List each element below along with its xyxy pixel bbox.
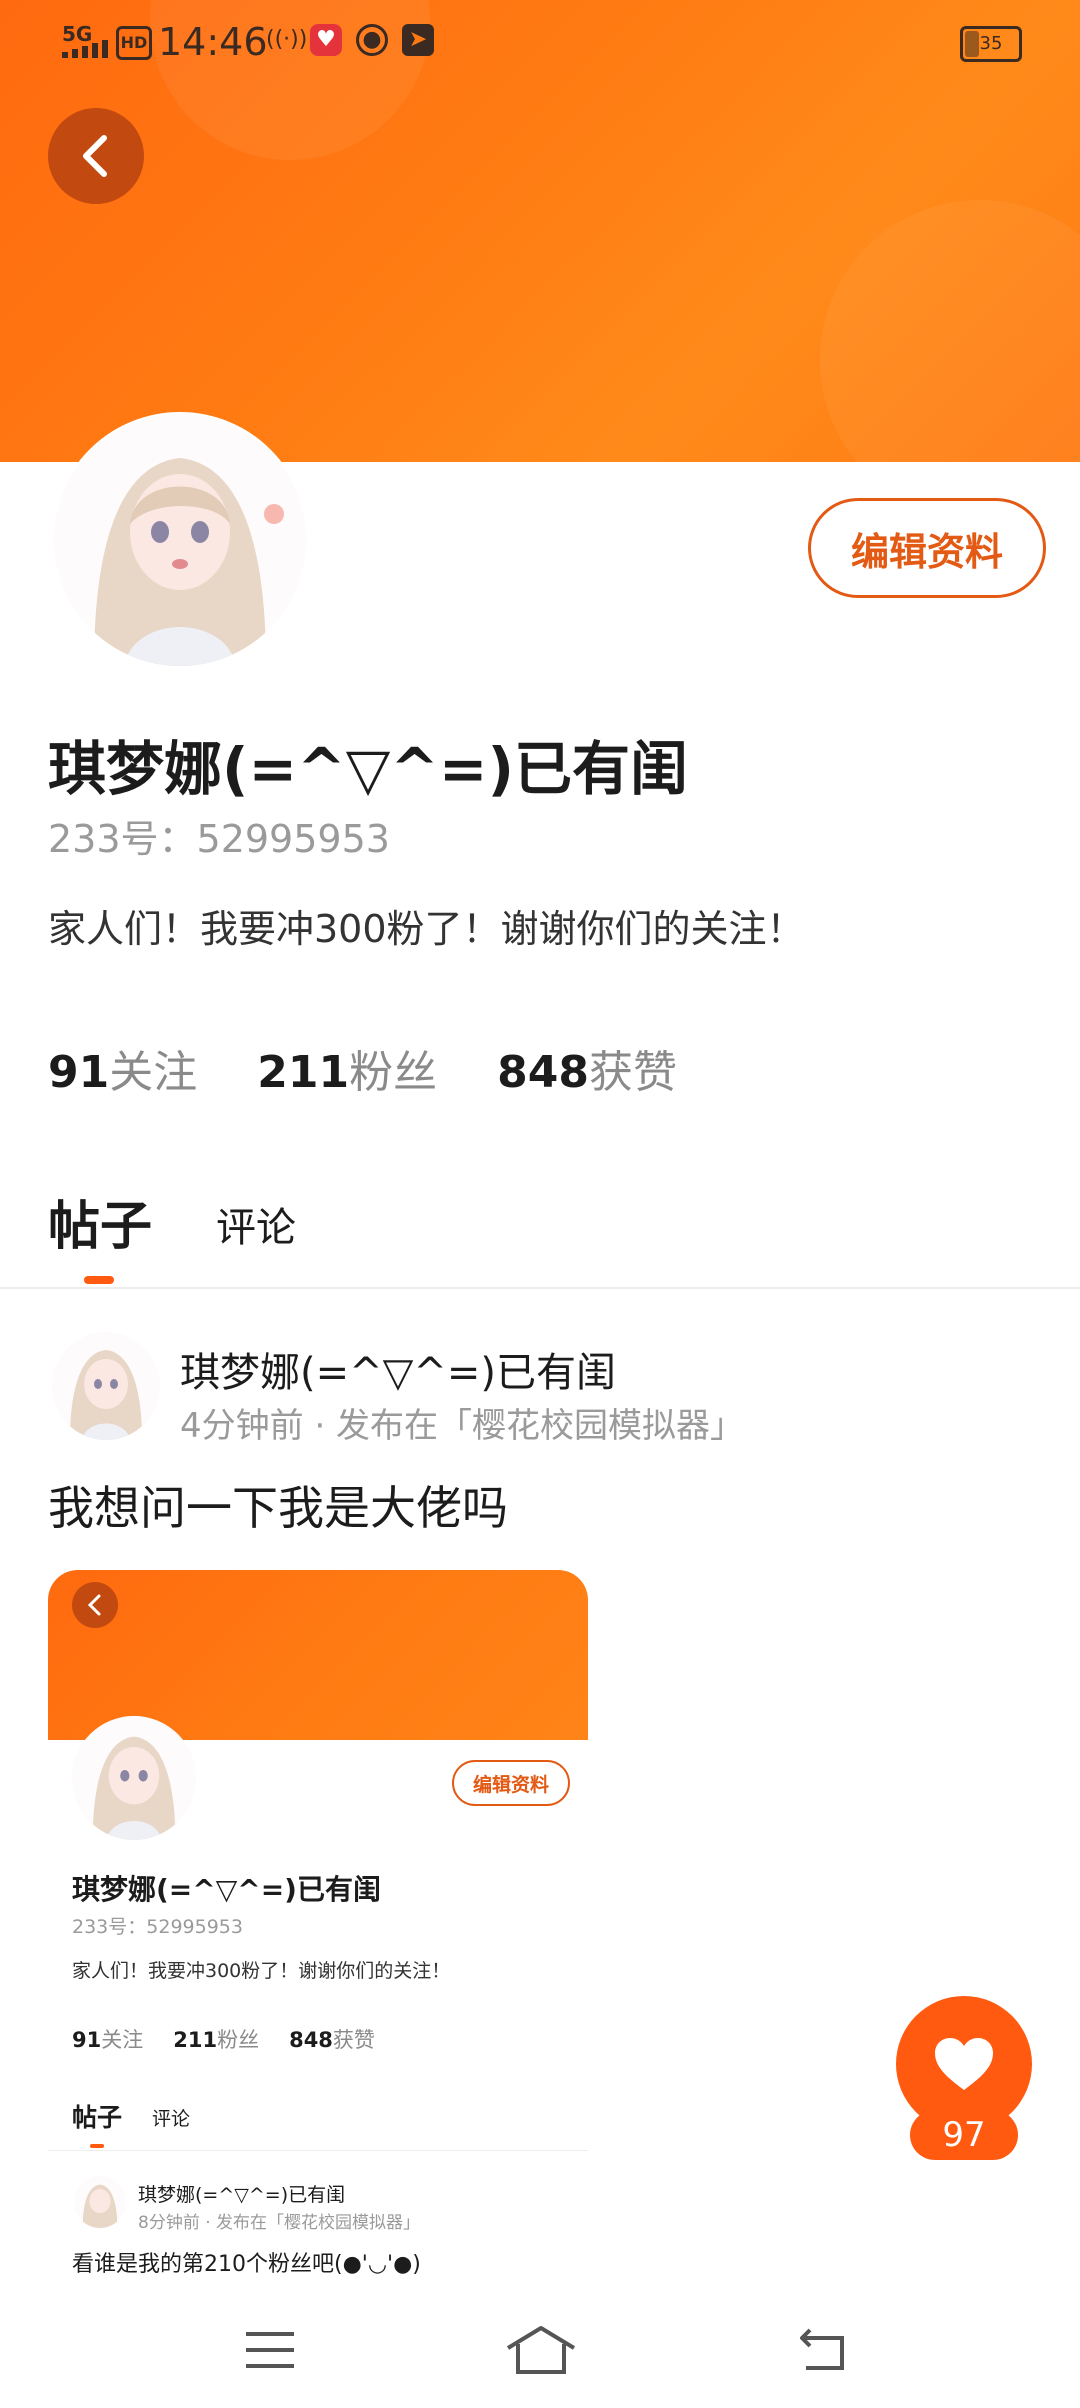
embedded-back-icon [72, 1582, 118, 1628]
tab-indicator [84, 1276, 114, 1284]
embedded-post-author: 琪梦娜(=^▽^=)已有闺 [138, 2184, 346, 2206]
app-notification-icon: ♥ [310, 24, 342, 56]
back-button[interactable] [48, 108, 144, 204]
edit-profile-button[interactable]: 编辑资料 [808, 498, 1046, 598]
embedded-avatar [72, 1716, 196, 1840]
tab-posts[interactable]: 帖子 [48, 1184, 152, 1259]
post-title[interactable]: 我想问一下我是大佬吗 [48, 1472, 508, 1538]
back-nav-icon[interactable] [796, 2322, 852, 2378]
embedded-tab-indicator [90, 2144, 104, 2148]
user-id: 233号：52995953 [48, 817, 390, 861]
embedded-divider [48, 2150, 588, 2151]
post-author-avatar[interactable] [52, 1332, 160, 1440]
embedded-stats: 91关注 211粉丝 848获赞 [72, 2028, 375, 2052]
profile-bio: 家人们！我要冲300粉了！谢谢你们的关注！ [48, 907, 805, 951]
embedded-post-title: 看谁是我的第210个粉丝吧(●'◡'●) [72, 2252, 421, 2277]
like-count: 97 [910, 2110, 1018, 2160]
tab-comments[interactable]: 评论 [216, 1195, 296, 1259]
embedded-post-meta: 8分钟前 · 发布在「樱花校园模拟器」 [138, 2213, 421, 2233]
status-time: 14:46 [158, 20, 268, 64]
embedded-bio: 家人们！我要冲300粉了！谢谢你们的关注！ [72, 1960, 451, 1982]
post-image[interactable]: 编辑资料 琪梦娜(=^▽^=)已有闺 233号：52995953 家人们！我要冲… [48, 1570, 588, 2278]
stat-followers[interactable]: 211粉丝 [257, 1036, 437, 1100]
profile-tabs: 帖子 评论 [48, 1184, 296, 1259]
post-author-name[interactable]: 琪梦娜(=^▽^=)已有闺 [180, 1340, 616, 1398]
stat-following[interactable]: 91关注 [48, 1036, 197, 1100]
embedded-post-avatar [74, 2176, 126, 2228]
embedded-name: 琪梦娜(=^▽^=)已有闺 [72, 1873, 381, 1906]
heart-icon [935, 2038, 993, 2090]
divider [0, 1287, 1080, 1289]
status-bar: 5G HD 14:46 ((·)) ♥ ● ➤ 35 [0, 0, 1080, 84]
embedded-edit-button: 编辑资料 [452, 1760, 570, 1806]
embedded-uid: 233号：52995953 [72, 1916, 243, 1938]
embedded-tabs: 帖子 评论 [72, 2103, 191, 2132]
battery-level: 35 [979, 33, 1003, 54]
profile-name: 琪梦娜(=^▽^=)已有闺 [48, 735, 689, 803]
embedded-banner [48, 1570, 588, 1740]
hd-badge: HD [116, 26, 152, 60]
post-meta: 4分钟前 · 发布在「樱花校园模拟器」 [180, 1406, 745, 1446]
avatar[interactable] [52, 412, 308, 668]
signal-icon [62, 40, 108, 58]
chevron-left-icon [83, 135, 107, 177]
battery-icon: 35 [960, 26, 1022, 62]
profile-stats: 91关注 211粉丝 848获赞 [48, 1036, 737, 1100]
home-icon[interactable] [504, 2322, 578, 2378]
hotspot-icon: ((·)) [266, 27, 308, 52]
target-icon: ● [356, 24, 388, 56]
send-icon: ➤ [402, 24, 434, 56]
stat-likes[interactable]: 848获赞 [497, 1036, 677, 1100]
system-nav-bar [0, 2300, 1080, 2408]
menu-icon[interactable] [240, 2322, 300, 2378]
